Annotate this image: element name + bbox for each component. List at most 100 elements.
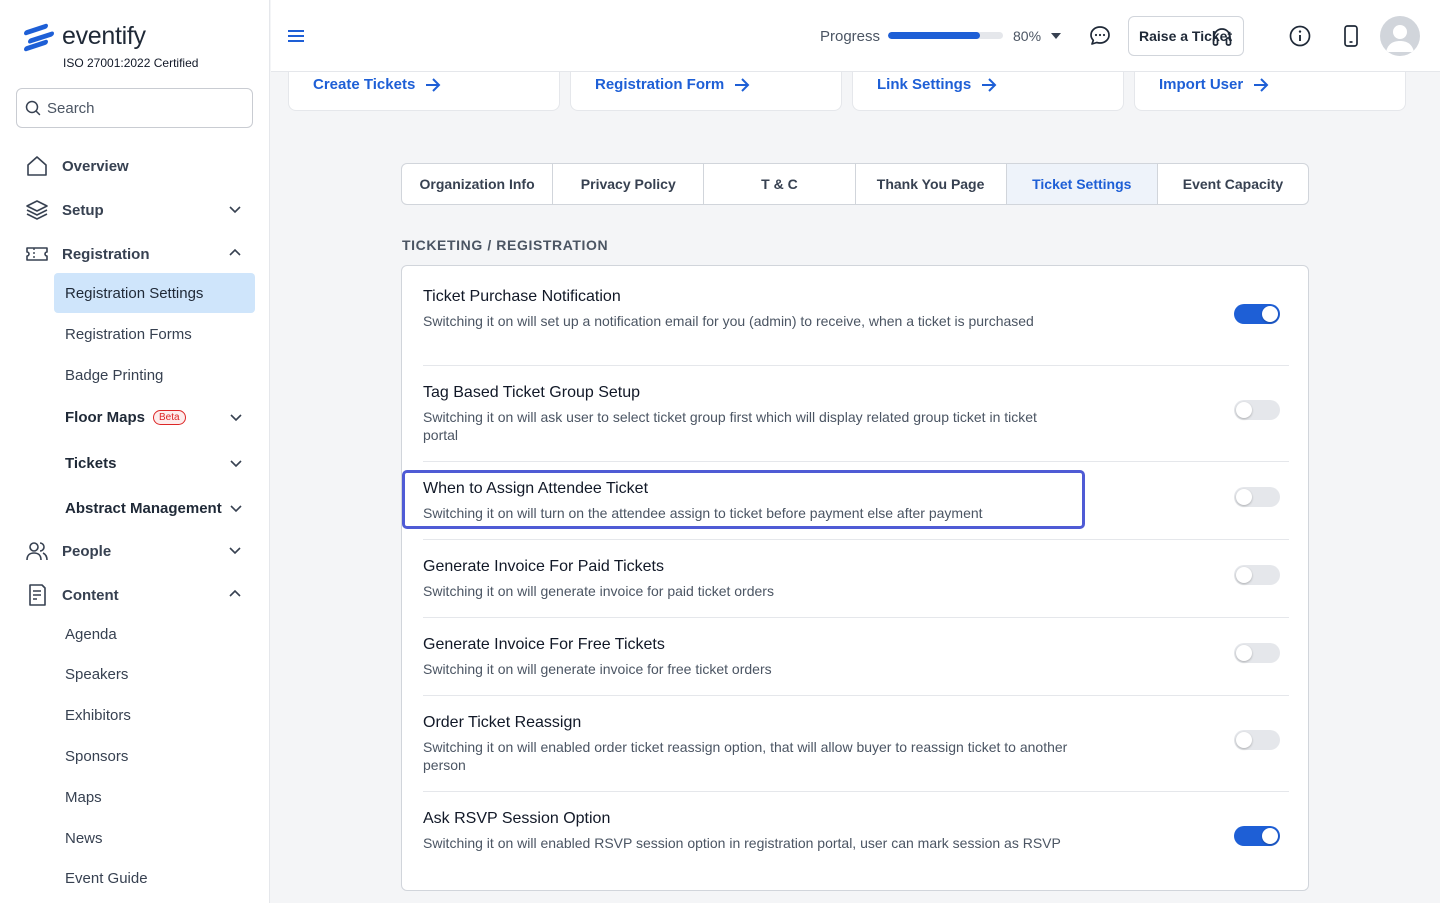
toggle-knob (1262, 306, 1278, 322)
user-icon (1386, 25, 1414, 52)
toggle-tag-based-ticket-group[interactable] (1234, 400, 1280, 420)
setting-title: When to Assign Attendee Ticket (423, 480, 649, 497)
toggle-order-ticket-reassign[interactable] (1234, 730, 1280, 750)
toggle-knob (1236, 489, 1252, 505)
tab-ticket-settings[interactable]: Ticket Settings (1006, 164, 1158, 204)
sidebar-subitem-maps[interactable]: Maps (54, 777, 255, 817)
user-avatar[interactable] (1380, 16, 1420, 56)
ticket-icon (24, 241, 50, 267)
chevron-down-icon (229, 206, 241, 214)
toggle-invoice-paid-tickets[interactable] (1234, 565, 1280, 585)
progress-percent: 80% (1013, 28, 1042, 44)
toggle-knob (1262, 828, 1278, 844)
tab-event-capacity[interactable]: Event Capacity (1158, 164, 1308, 204)
toggle-ticket-purchase-notification[interactable] (1234, 304, 1280, 324)
progress-bar-fill (888, 32, 980, 39)
arrow-right-icon (735, 77, 750, 92)
sidebar-subitem-tickets[interactable]: Tickets (54, 443, 255, 483)
setting-description: Switching it on will generate invoice fo… (423, 583, 774, 599)
tab-thank-you-page[interactable]: Thank You Page (856, 164, 1007, 204)
sidebar-subitem-agenda[interactable]: Agenda (54, 614, 255, 654)
registration-form-link[interactable]: Registration Form (595, 76, 750, 93)
link-settings-link[interactable]: Link Settings (877, 76, 997, 93)
section-title: TICKETING / REGISTRATION (402, 237, 609, 253)
layers-icon (24, 197, 50, 223)
caret-down-icon[interactable] (1051, 33, 1061, 39)
setting-title: Generate Invoice For Paid Tickets (423, 558, 664, 575)
sidebar-item-setup[interactable]: Setup (24, 194, 246, 226)
settings-panel: Ticket Purchase Notification Switching i… (401, 265, 1309, 891)
beta-badge: Beta (153, 409, 186, 425)
sidebar-subitem-abstract-management[interactable]: Abstract Management (54, 488, 255, 528)
sidebar-item-label: Overview (62, 157, 129, 175)
search-input[interactable] (47, 99, 237, 117)
tab-privacy-policy[interactable]: Privacy Policy (553, 164, 705, 204)
sidebar-item-content[interactable]: Content (24, 579, 246, 611)
chevron-down-icon (230, 460, 242, 468)
toggle-knob (1236, 645, 1252, 661)
tab-terms-conditions[interactable]: T & C (704, 164, 856, 204)
sidebar-item-people[interactable]: People (24, 535, 246, 567)
sidebar-subitem-news[interactable]: News (54, 818, 255, 858)
toggle-knob (1236, 567, 1252, 583)
sidebar-subitem-registration-forms[interactable]: Registration Forms (54, 314, 255, 354)
sidebar-subitem-exhibitors[interactable]: Exhibitors (54, 695, 255, 735)
sidebar-subitem-label: Floor Maps (65, 408, 146, 426)
arrow-right-icon (982, 77, 997, 92)
users-icon (24, 538, 50, 564)
hamburger-menu-icon[interactable] (287, 28, 305, 44)
chevron-down-icon (230, 414, 242, 422)
import-user-link[interactable]: Import User (1159, 76, 1269, 93)
eventify-logo-icon (24, 22, 54, 52)
setting-title: Order Ticket Reassign (423, 714, 582, 731)
setting-description: Switching it on will turn on the attende… (423, 505, 983, 521)
sidebar-item-label: Content (62, 586, 119, 604)
home-icon (24, 153, 50, 179)
brand-logo[interactable]: eventify (24, 22, 146, 52)
chevron-up-icon (229, 589, 241, 597)
sidebar-subitem-label: Tickets (65, 454, 117, 472)
sidebar-subitem-label: Abstract Management (65, 499, 222, 517)
sidebar-item-label: Setup (62, 201, 104, 219)
progress-bar (888, 32, 1003, 39)
chat-icon[interactable] (1088, 24, 1112, 48)
search-box (16, 88, 253, 128)
sidebar: eventify ISO 27001:2022 Certified Overvi… (0, 0, 270, 903)
sidebar-subitem-speakers[interactable]: Speakers (54, 654, 255, 694)
setting-title: Tag Based Ticket Group Setup (423, 384, 641, 401)
toggle-ask-rsvp-session[interactable] (1234, 826, 1280, 846)
setting-title: Ticket Purchase Notification (423, 288, 621, 305)
sidebar-subitem-sponsors[interactable]: Sponsors (54, 736, 255, 776)
search-icon (25, 100, 41, 116)
setting-description: Switching it on will enabled RSVP sessio… (423, 835, 1061, 851)
sidebar-subitem-floor-maps[interactable]: Floor Maps Beta (54, 397, 255, 437)
raise-ticket-button[interactable]: Raise a Ticket (1128, 16, 1244, 56)
sidebar-item-label: Registration (62, 245, 150, 263)
sidebar-subitem-registration-settings[interactable]: Registration Settings (54, 273, 255, 313)
setting-row: Ticket Purchase Notification Switching i… (423, 266, 1289, 366)
toggle-knob (1236, 732, 1252, 748)
info-icon[interactable] (1289, 25, 1311, 47)
setting-row: When to Assign Attendee Ticket Switching… (423, 462, 1289, 540)
chevron-down-icon (230, 505, 242, 513)
setting-row: Order Ticket Reassign Switching it on wi… (423, 696, 1289, 792)
create-tickets-link[interactable]: Create Tickets (313, 76, 441, 93)
mobile-phone-icon[interactable] (1341, 25, 1361, 47)
sidebar-item-registration[interactable]: Registration (24, 238, 246, 270)
toggle-assign-attendee-ticket[interactable] (1234, 487, 1280, 507)
setting-row: Generate Invoice For Free Tickets Switch… (423, 618, 1289, 696)
tab-organization-info[interactable]: Organization Info (402, 164, 554, 204)
sidebar-item-overview[interactable]: Overview (24, 150, 246, 182)
toggle-knob (1236, 402, 1252, 418)
setting-description: Switching it on will set up a notificati… (423, 313, 1034, 329)
toggle-invoice-free-tickets[interactable] (1234, 643, 1280, 663)
progress-label: Progress (820, 28, 881, 45)
document-icon (24, 582, 50, 608)
chevron-down-icon (229, 547, 241, 555)
setting-description: Switching it on will ask user to select … (423, 409, 1037, 443)
sidebar-subitem-event-guide[interactable]: Event Guide (54, 858, 255, 898)
topbar: Progress 80% Raise a Ticket (271, 0, 1440, 72)
sidebar-item-label: People (62, 542, 112, 560)
setting-title: Generate Invoice For Free Tickets (423, 636, 665, 653)
sidebar-subitem-badge-printing[interactable]: Badge Printing (54, 355, 255, 395)
